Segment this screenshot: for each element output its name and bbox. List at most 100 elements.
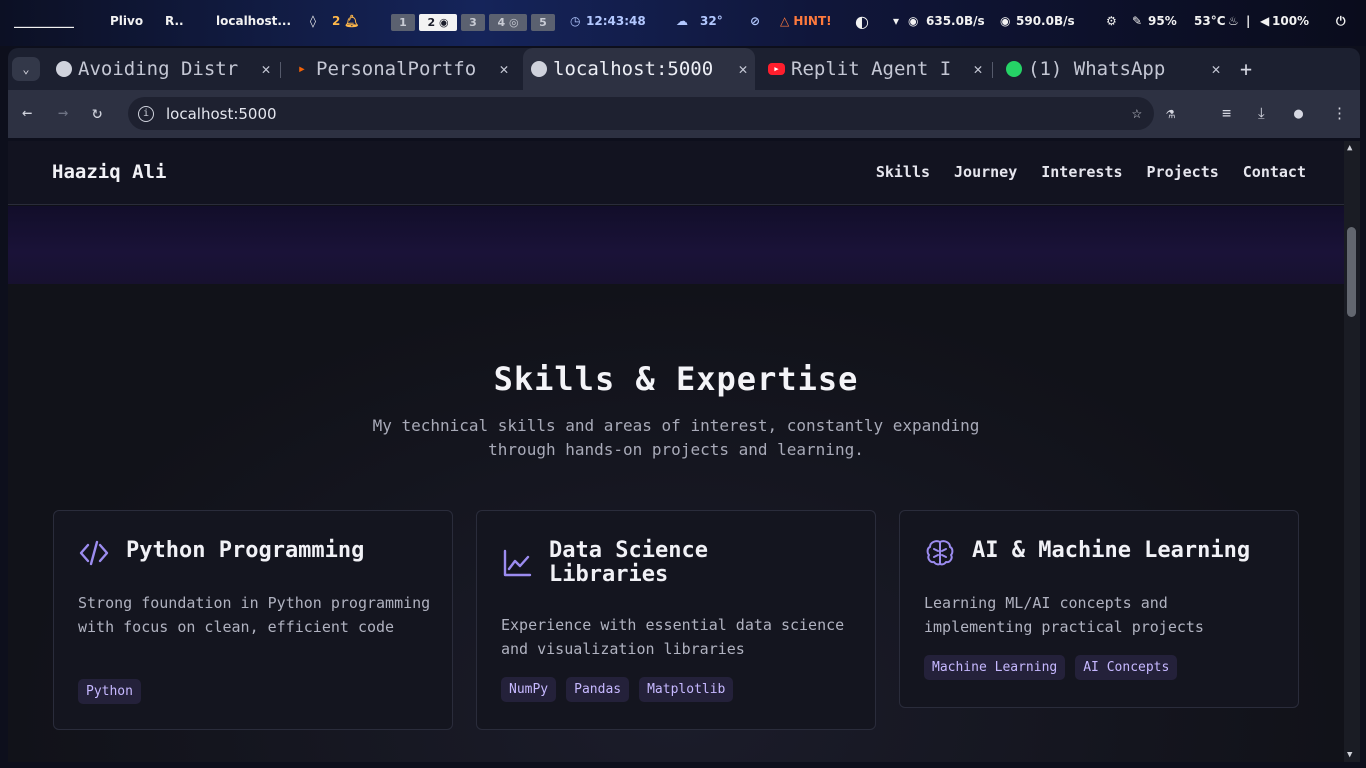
workspace-switcher: 1 2 ◉ 3 4 ◎ 5 xyxy=(391,14,555,31)
bookmark-star-icon[interactable]: ☆ xyxy=(1132,103,1142,123)
page-scrollbar[interactable]: ▲ ▼ xyxy=(1344,141,1360,762)
skill-tags: NumPy Pandas Matplotlib xyxy=(501,677,734,702)
whatsapp-favicon-icon xyxy=(1006,61,1022,77)
nav-link-projects[interactable]: Projects xyxy=(1147,163,1219,181)
workspace-4[interactable]: 4 ◎ xyxy=(489,14,527,31)
obs-icon[interactable]: ◐ xyxy=(855,12,869,31)
volume-level[interactable]: 100% xyxy=(1272,14,1309,28)
page-viewport: Haaziq Ali Skills Journey Interests Proj… xyxy=(8,141,1344,762)
address-url[interactable]: localhost:5000 xyxy=(166,105,277,123)
workspace-5[interactable]: 5 xyxy=(531,14,555,31)
close-tab-icon[interactable]: ✕ xyxy=(966,60,990,78)
skill-card-data-science: Data Science Libraries Experience with e… xyxy=(476,510,876,730)
skill-tags: Machine Learning AI Concepts xyxy=(924,655,1178,680)
skill-card-description: Learning ML/AI concepts and implementing… xyxy=(924,594,1204,636)
weather-temp: 32° xyxy=(700,14,723,28)
reload-button[interactable]: ↻ xyxy=(92,103,102,123)
active-window-title: localhost... xyxy=(216,14,292,28)
skills-title: Skills & Expertise xyxy=(493,360,859,398)
brightness-icon: ✎ xyxy=(1132,14,1143,28)
wifi-icon[interactable]: ▾ xyxy=(893,14,899,28)
site-brand[interactable]: Haaziq Ali xyxy=(52,161,166,183)
media-control-icon[interactable]: ≡ xyxy=(1222,104,1231,122)
skill-tag: NumPy xyxy=(501,677,557,702)
close-tab-icon[interactable]: ✕ xyxy=(492,60,516,78)
replit-favicon-icon: ▸ xyxy=(297,61,307,77)
download-speed: 635.0B/s xyxy=(926,14,985,28)
skill-card-ai-ml: AI & Machine Learning Learning ML/AI con… xyxy=(899,510,1299,708)
close-tab-icon[interactable]: ✕ xyxy=(254,60,278,78)
nav-link-journey[interactable]: Journey xyxy=(954,163,1017,181)
brain-icon xyxy=(926,540,954,566)
skill-card-title: Data Science Libraries xyxy=(549,538,708,587)
tab-whatsapp[interactable]: (1) WhatsApp ✕ xyxy=(998,48,1228,90)
settings-icon[interactable]: ⚙ xyxy=(1106,14,1117,28)
workspace-2-label: 2 xyxy=(427,16,436,29)
tab-personal-portfolio[interactable]: ▸ PersonalPortfo ✕ xyxy=(286,48,516,90)
tab-localhost-active[interactable]: localhost:5000 ✕ xyxy=(523,48,755,90)
hero-section-bottom xyxy=(8,206,1344,284)
browser-tab-bar: ⌄ Avoiding Distr ✕ ▸ PersonalPortfo ✕ lo… xyxy=(8,48,1360,90)
download-icon: ◉ xyxy=(908,14,919,28)
clock-icon: ◷ xyxy=(570,14,581,28)
hint-indicator[interactable]: △ HINT! xyxy=(780,14,832,28)
skills-section: Skills & Expertise My technical skills a… xyxy=(8,284,1344,762)
code-icon xyxy=(79,540,109,566)
brightness-level[interactable]: 95% xyxy=(1148,14,1177,28)
workspace-2[interactable]: 2 ◉ xyxy=(419,14,457,31)
skill-card-description: Experience with essential data science a… xyxy=(501,616,845,658)
skill-tag: Machine Learning xyxy=(924,655,1066,680)
scroll-up-icon[interactable]: ▲ xyxy=(1347,143,1352,153)
divider-bar: | xyxy=(1246,14,1251,28)
skill-tag: Matplotlib xyxy=(639,677,734,702)
workspace-1[interactable]: 1 xyxy=(391,14,415,31)
site-info-icon[interactable]: i xyxy=(138,105,154,122)
power-icon[interactable]: ⏻ xyxy=(1336,14,1346,29)
drop-icon: ◊ xyxy=(310,14,316,28)
tab-title: PersonalPortfo xyxy=(316,58,477,80)
tab-separator xyxy=(280,62,281,78)
forward-button[interactable]: → xyxy=(58,103,68,123)
bell-icon[interactable]: 🔔︎ xyxy=(344,14,359,28)
volume-icon[interactable]: ◀︎ xyxy=(1260,14,1269,28)
skill-tag: AI Concepts xyxy=(1075,655,1178,680)
address-bar[interactable]: i localhost:5000 ☆ xyxy=(128,97,1154,130)
close-tab-icon[interactable]: ✕ xyxy=(1204,60,1228,78)
nav-link-interests[interactable]: Interests xyxy=(1041,163,1122,181)
workspace-3[interactable]: 3 xyxy=(461,14,485,31)
skill-tag: Pandas xyxy=(566,677,630,702)
taskbar-app-r[interactable]: R.. xyxy=(165,14,184,28)
globe-favicon-icon xyxy=(56,61,72,77)
skill-card-description: Strong foundation in Python programming … xyxy=(78,594,431,636)
downloads-icon[interactable]: ⤓ xyxy=(1258,104,1265,122)
menu-kebab-icon[interactable]: ⋮ xyxy=(1332,104,1347,122)
skills-subtitle: My technical skills and areas of interes… xyxy=(372,416,980,459)
skill-tags: Python xyxy=(78,679,141,704)
nav-link-contact[interactable]: Contact xyxy=(1243,163,1306,181)
skill-card-python: Python Programming Strong foundation in … xyxy=(53,510,453,730)
tab-search-button[interactable]: ⌄ xyxy=(12,57,40,81)
workspace-4-label: 4 xyxy=(497,16,506,29)
skill-card-title: AI & Machine Learning xyxy=(972,538,1251,563)
cpu-temperature: 53°C xyxy=(1194,14,1226,28)
nav-link-skills[interactable]: Skills xyxy=(876,163,930,181)
eye-off-icon[interactable]: ⊘ xyxy=(750,14,760,28)
scrollbar-thumb[interactable] xyxy=(1347,227,1356,317)
new-tab-button[interactable]: + xyxy=(1240,57,1252,81)
profile-icon[interactable]: ● xyxy=(1294,104,1303,122)
scroll-down-icon[interactable]: ▼ xyxy=(1347,750,1352,760)
tab-separator xyxy=(992,62,993,78)
close-tab-icon[interactable]: ✕ xyxy=(731,60,755,78)
tab-title: localhost:5000 xyxy=(553,58,714,80)
tab-replit-agent[interactable]: ▶ Replit Agent I ✕ xyxy=(760,48,990,90)
skill-card-title: Python Programming xyxy=(126,538,365,563)
site-navbar: Haaziq Ali Skills Journey Interests Proj… xyxy=(8,141,1344,205)
taskbar-app-plivo[interactable]: Plivo xyxy=(110,14,143,28)
back-button[interactable]: ← xyxy=(22,103,32,123)
notification-count[interactable]: 2 xyxy=(332,14,340,28)
labs-flask-icon[interactable]: ⚗ xyxy=(1166,104,1175,122)
tab-avoiding-distractions[interactable]: Avoiding Distr ✕ xyxy=(48,48,278,90)
flame-icon: ♨ xyxy=(1228,14,1239,28)
upload-icon: ◉ xyxy=(1000,14,1011,28)
tab-title: Avoiding Distr xyxy=(78,58,239,80)
